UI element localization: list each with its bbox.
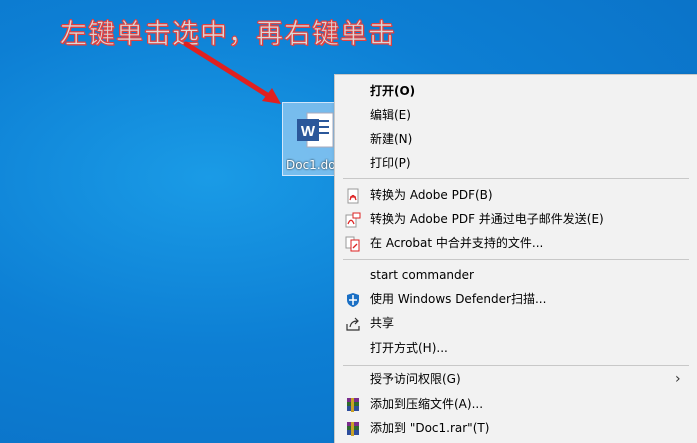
chevron-right-icon: › xyxy=(675,371,681,387)
menu-item-acrobat-combine[interactable]: 在 Acrobat 中合并支持的文件... xyxy=(335,232,697,255)
menu-separator xyxy=(343,365,689,366)
menu-item-convert-pdf[interactable]: 转换为 Adobe PDF(B) xyxy=(335,184,697,207)
menu-separator xyxy=(343,178,689,179)
windows-defender-icon xyxy=(347,293,359,307)
word-document-icon: W xyxy=(297,112,334,148)
winrar-icon xyxy=(347,422,359,436)
menu-item-add-archive[interactable]: 添加到压缩文件(A)... xyxy=(335,393,697,416)
winrar-icon xyxy=(347,398,359,412)
menu-item-grant-access[interactable]: 授予访问权限(G) › xyxy=(335,368,697,391)
menu-item-defender-scan[interactable]: 使用 Windows Defender扫描... xyxy=(335,288,697,311)
context-menu: 打开(O) 编辑(E) 新建(N) 打印(P) 转换为 Adobe PDF(B)… xyxy=(334,74,697,443)
menu-item-edit[interactable]: 编辑(E) xyxy=(335,104,697,127)
menu-item-share[interactable]: 共享 xyxy=(335,312,697,335)
acrobat-combine-icon xyxy=(345,236,360,252)
menu-item-new[interactable]: 新建(N) xyxy=(335,128,697,151)
menu-item-open-with[interactable]: 打开方式(H)... xyxy=(335,337,697,360)
share-icon xyxy=(346,317,360,331)
svg-text:W: W xyxy=(301,123,316,140)
adobe-pdf-email-icon xyxy=(345,212,361,228)
menu-item-start-commander[interactable]: start commander xyxy=(335,264,697,287)
menu-item-print[interactable]: 打印(P) xyxy=(335,152,697,175)
menu-item-add-doc1-rar[interactable]: 添加到 "Doc1.rar"(T) xyxy=(335,417,697,440)
menu-item-convert-pdf-email[interactable]: 转换为 Adobe PDF 并通过电子邮件发送(E) xyxy=(335,208,697,231)
menu-separator xyxy=(343,259,689,260)
adobe-pdf-icon xyxy=(347,188,359,204)
menu-item-open[interactable]: 打开(O) xyxy=(335,80,697,103)
